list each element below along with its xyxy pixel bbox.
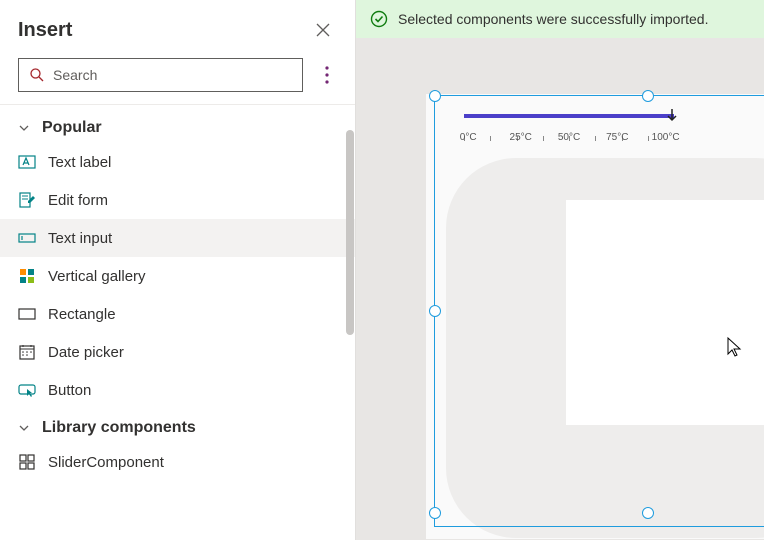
- item-button[interactable]: Button: [0, 371, 355, 409]
- search-icon: [29, 67, 45, 83]
- button-icon: [18, 381, 36, 399]
- canvas-area: Selected components were successfully im…: [356, 0, 764, 540]
- section-popular[interactable]: Popular: [0, 109, 355, 143]
- insert-panel: Insert Popular Text label: [0, 0, 356, 540]
- item-slider-component[interactable]: SliderComponent: [0, 443, 355, 481]
- item-vertical-gallery[interactable]: Vertical gallery: [0, 257, 355, 295]
- item-label: Button: [48, 382, 91, 399]
- chevron-down-icon: [18, 422, 32, 434]
- text-label-icon: [18, 153, 36, 171]
- check-circle-icon: [370, 10, 388, 28]
- search-input[interactable]: [53, 67, 292, 83]
- section-library[interactable]: Library components: [0, 409, 355, 443]
- section-title: Popular: [42, 119, 102, 137]
- item-text-label[interactable]: Text label: [0, 143, 355, 181]
- item-label: Text label: [48, 154, 111, 171]
- item-text-input[interactable]: Text input: [0, 219, 355, 257]
- selection-handle[interactable]: [642, 90, 654, 102]
- item-label: SliderComponent: [48, 454, 164, 471]
- section-title: Library components: [42, 419, 196, 437]
- rectangle-icon: [18, 305, 36, 323]
- text-input-icon: [18, 229, 36, 247]
- success-banner: Selected components were successfully im…: [356, 0, 764, 38]
- item-edit-form[interactable]: Edit form: [0, 181, 355, 219]
- date-picker-icon: [18, 343, 36, 361]
- more-button[interactable]: [317, 61, 337, 89]
- chevron-down-icon: [18, 122, 32, 134]
- item-label: Rectangle: [48, 306, 116, 323]
- search-row: [0, 52, 355, 104]
- item-rectangle[interactable]: Rectangle: [0, 295, 355, 333]
- component-icon: [18, 453, 36, 471]
- vertical-gallery-icon: [18, 267, 36, 285]
- close-button[interactable]: [309, 16, 337, 44]
- selection-handle[interactable]: [429, 90, 441, 102]
- item-label: Text input: [48, 230, 112, 247]
- edit-form-icon: [18, 191, 36, 209]
- selection-outline[interactable]: [434, 95, 764, 527]
- selection-handle[interactable]: [429, 507, 441, 519]
- banner-message: Selected components were successfully im…: [398, 11, 708, 27]
- selection-handle[interactable]: [429, 305, 441, 317]
- component-tree: Popular Text label Edit form Text input: [0, 105, 355, 540]
- panel-header: Insert: [0, 0, 355, 52]
- more-vertical-icon: [325, 66, 329, 84]
- item-label: Date picker: [48, 344, 124, 361]
- search-box[interactable]: [18, 58, 303, 92]
- item-label: Vertical gallery: [48, 268, 146, 285]
- item-label: Edit form: [48, 192, 108, 209]
- selection-handle[interactable]: [642, 507, 654, 519]
- item-date-picker[interactable]: Date picker: [0, 333, 355, 371]
- panel-title: Insert: [18, 19, 72, 42]
- close-icon: [315, 22, 331, 38]
- scrollbar[interactable]: [346, 130, 354, 335]
